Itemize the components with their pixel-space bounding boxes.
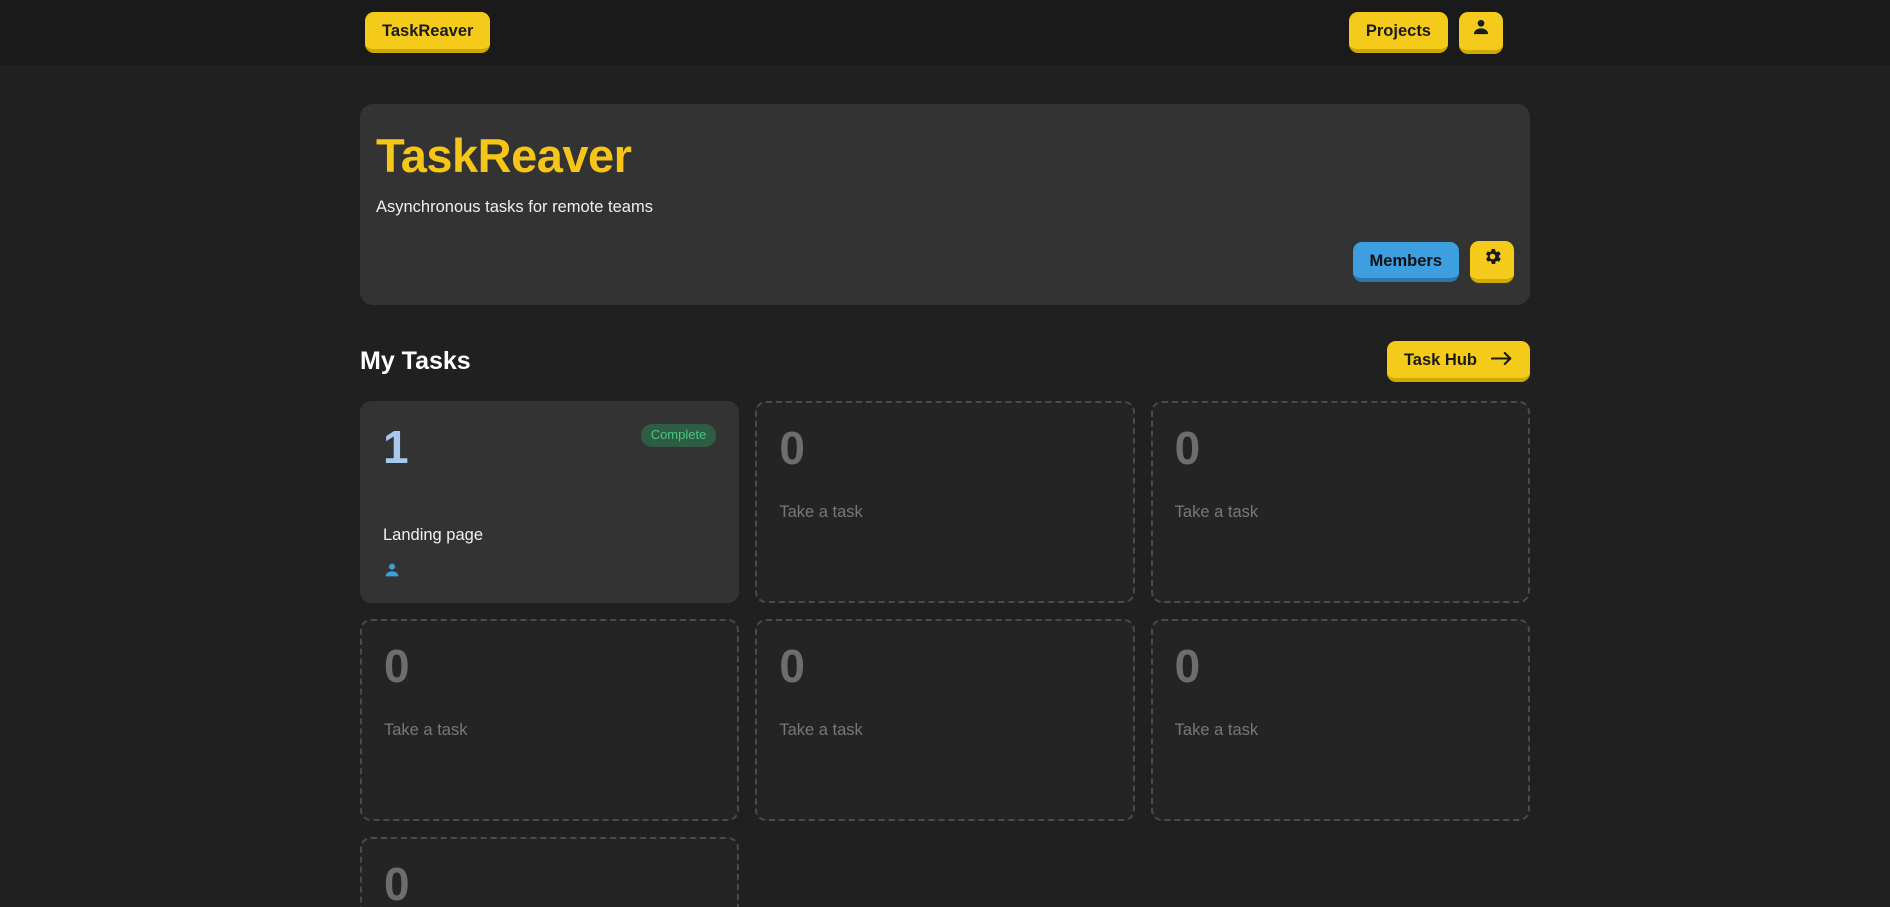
task-number: 0 <box>1174 639 1201 692</box>
task-card-empty[interactable]: 0 Take a task <box>360 618 740 821</box>
status-badge: Complete <box>640 423 717 447</box>
navbar-left-group: TaskReaver <box>365 12 491 53</box>
person-icon <box>1471 17 1491 41</box>
task-number: 0 <box>1174 421 1201 474</box>
task-hub-button[interactable]: Task Hub <box>1386 340 1530 382</box>
members-label: Members <box>1369 251 1442 270</box>
gear-icon <box>1482 246 1503 271</box>
task-card-empty[interactable]: 0 Take a task <box>1150 618 1530 821</box>
section-title: My Tasks <box>360 346 471 375</box>
project-hero-card: TaskReaver Asynchronous tasks for remote… <box>360 104 1530 305</box>
task-card-empty[interactable]: 0 Take a task <box>755 400 1135 603</box>
task-number: 0 <box>384 857 410 907</box>
navbar-right-group: Projects <box>1348 11 1503 54</box>
take-task-label: Take a task <box>1174 720 1259 739</box>
task-number: 0 <box>779 639 805 692</box>
task-hub-label: Task Hub <box>1403 351 1477 370</box>
brand-home-button[interactable]: TaskReaver <box>365 12 491 53</box>
take-task-label: Take a task <box>384 720 468 739</box>
page-container: TaskReaver Asynchronous tasks for remote… <box>360 65 1530 907</box>
take-task-label: Take a task <box>1174 502 1259 521</box>
take-task-label: Take a task <box>779 502 863 521</box>
projects-label: Projects <box>1365 22 1431 41</box>
account-button[interactable] <box>1459 11 1503 54</box>
my-tasks-header: My Tasks Task Hub <box>360 340 1530 382</box>
page-subtitle: Asynchronous tasks for remote teams <box>376 197 653 216</box>
brand-label: TaskReaver <box>382 22 474 41</box>
top-navbar: TaskReaver Projects <box>0 0 1890 65</box>
members-button[interactable]: Members <box>1352 241 1459 282</box>
take-task-label: Take a task <box>779 720 863 739</box>
task-grid: 1 Complete Landing page 0 Take a task 0 … <box>360 400 1530 907</box>
projects-button[interactable]: Projects <box>1348 12 1448 53</box>
task-number: 0 <box>384 639 410 692</box>
settings-button[interactable] <box>1470 240 1514 283</box>
hero-action-group: Members <box>376 240 1514 283</box>
page-title: TaskReaver <box>376 129 632 182</box>
arrow-right-icon <box>1490 351 1513 370</box>
task-title: Landing page <box>383 525 484 544</box>
task-card-empty[interactable]: 0 Take a task <box>755 618 1135 821</box>
person-icon <box>383 561 401 584</box>
task-card-empty[interactable]: 0 Take a task <box>360 836 740 907</box>
task-card[interactable]: 1 Complete Landing page <box>360 400 740 603</box>
task-assignees <box>383 561 716 584</box>
task-number: 0 <box>779 421 805 474</box>
task-card-empty[interactable]: 0 Take a task <box>1150 400 1530 603</box>
